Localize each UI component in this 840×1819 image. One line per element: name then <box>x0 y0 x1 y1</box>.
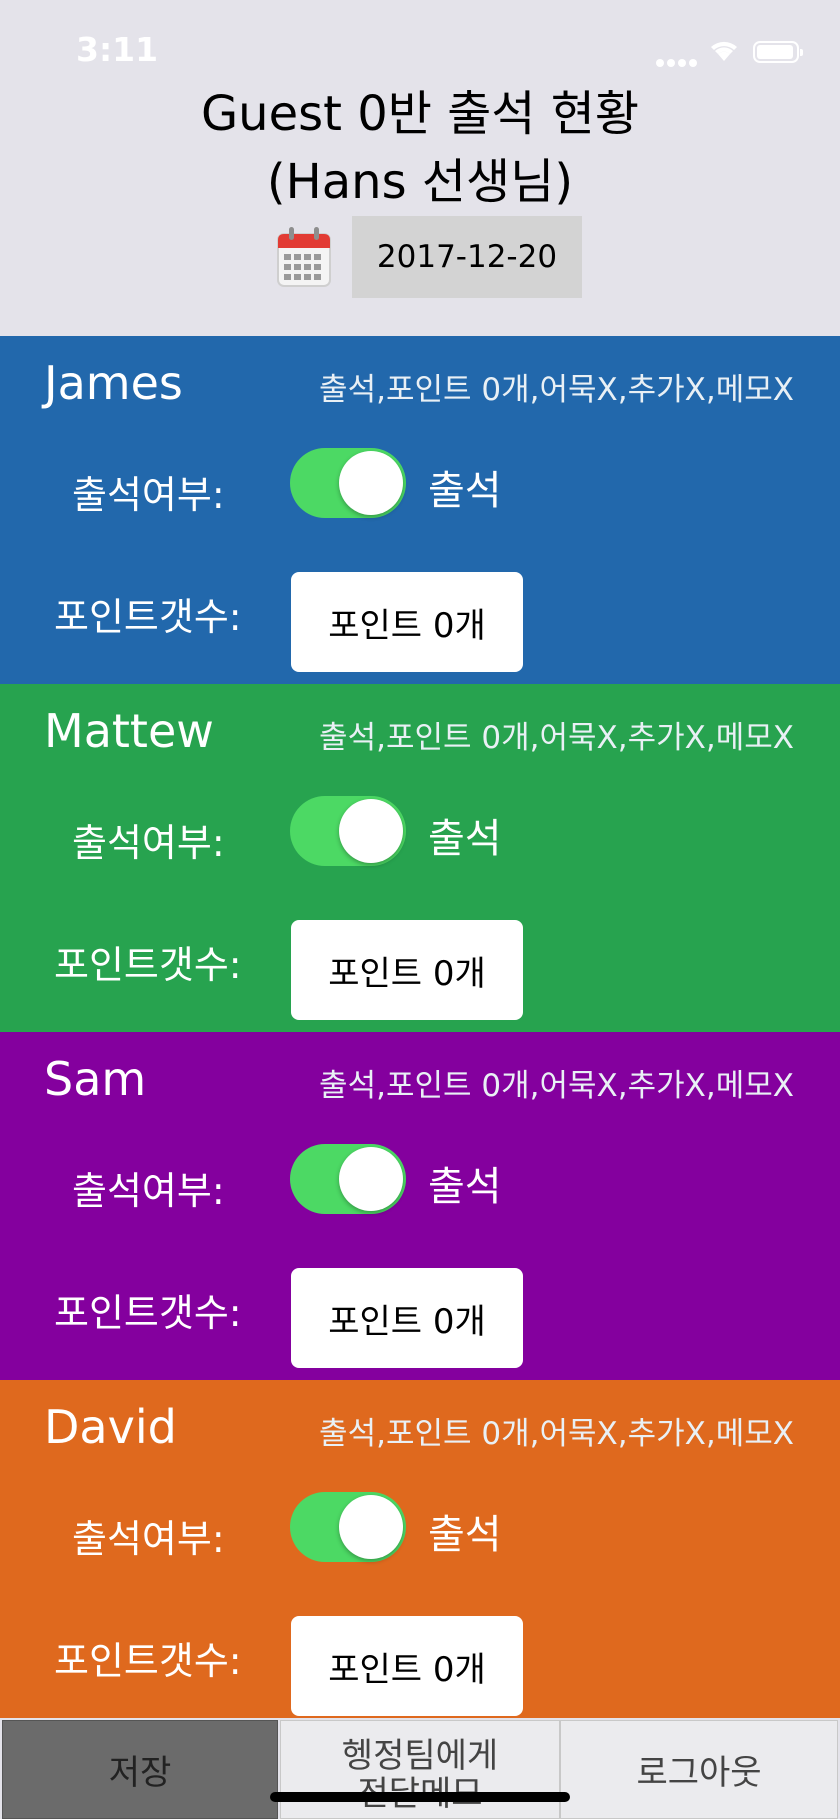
logout-button[interactable]: 로그아웃 <box>560 1720 838 1819</box>
attendance-label: 출석여부: <box>72 821 225 865</box>
memo-label-line1: 헹정팀에게 <box>341 1736 499 1776</box>
points-label: 포인트갯수: <box>54 595 242 639</box>
student-card: James 출석,포인트 0개,어묵X,추가X,메모X 출석여부: 출석 포인트… <box>0 336 840 684</box>
save-button[interactable]: 저장 <box>2 1720 278 1819</box>
bottom-toolbar: 저장 헹정팀에게 전달메모 로그아웃 <box>0 1718 840 1819</box>
wifi-icon <box>711 41 737 61</box>
date-row: 2017-12-20 <box>0 216 840 300</box>
attendance-label: 출석여부: <box>72 1517 225 1561</box>
student-summary: 출석,포인트 0개,어묵X,추가X,메모X <box>319 1416 794 1452</box>
page-title: Guest 0반 출석 현황 (Hans 선생님) <box>0 80 840 216</box>
points-button[interactable]: 포인트 0개 <box>291 920 523 1020</box>
memo-button[interactable]: 헹정팀에게 전달메모 <box>280 1720 560 1819</box>
student-card: David 출석,포인트 0개,어묵X,추가X,메모X 출석여부: 출석 포인트… <box>0 1380 840 1718</box>
attendance-toggle[interactable] <box>290 1492 406 1562</box>
signal-icon <box>656 52 700 71</box>
calendar-icon[interactable] <box>276 226 332 288</box>
battery-icon <box>753 41 803 63</box>
page-title-line2: (Hans 선생님) <box>266 154 574 210</box>
attendance-status: 출석 <box>428 468 502 514</box>
student-name: Sam <box>44 1052 147 1106</box>
attendance-status: 출석 <box>428 1164 502 1210</box>
student-card: Sam 출석,포인트 0개,어묵X,추가X,메모X 출석여부: 출석 포인트갯수… <box>0 1032 840 1380</box>
toggle-knob <box>339 1147 403 1211</box>
points-label: 포인트갯수: <box>54 1291 242 1335</box>
attendance-toggle[interactable] <box>290 1144 406 1214</box>
page-title-line1: Guest 0반 출석 현황 <box>200 86 640 142</box>
student-summary: 출석,포인트 0개,어묵X,추가X,메모X <box>319 720 794 756</box>
points-button[interactable]: 포인트 0개 <box>291 1268 523 1368</box>
student-name: David <box>44 1400 177 1454</box>
date-button[interactable]: 2017-12-20 <box>352 216 582 298</box>
toggle-knob <box>339 451 403 515</box>
points-label: 포인트갯수: <box>54 943 242 987</box>
home-indicator[interactable] <box>270 1792 570 1802</box>
attendance-status: 출석 <box>428 1512 502 1558</box>
points-label: 포인트갯수: <box>54 1639 242 1683</box>
toggle-knob <box>339 799 403 863</box>
points-button[interactable]: 포인트 0개 <box>291 572 523 672</box>
attendance-toggle[interactable] <box>290 796 406 866</box>
student-summary: 출석,포인트 0개,어묵X,추가X,메모X <box>319 372 794 408</box>
student-name: Mattew <box>44 704 214 758</box>
student-card: Mattew 출석,포인트 0개,어묵X,추가X,메모X 출석여부: 출석 포인… <box>0 684 840 1032</box>
attendance-toggle[interactable] <box>290 448 406 518</box>
status-time: 3:11 <box>76 30 159 69</box>
toggle-knob <box>339 1495 403 1559</box>
attendance-status: 출석 <box>428 816 502 862</box>
student-name: James <box>44 356 183 410</box>
attendance-label: 출석여부: <box>72 1169 225 1213</box>
attendance-label: 출석여부: <box>72 473 225 517</box>
points-button[interactable]: 포인트 0개 <box>291 1616 523 1716</box>
student-summary: 출석,포인트 0개,어묵X,추가X,메모X <box>319 1068 794 1104</box>
